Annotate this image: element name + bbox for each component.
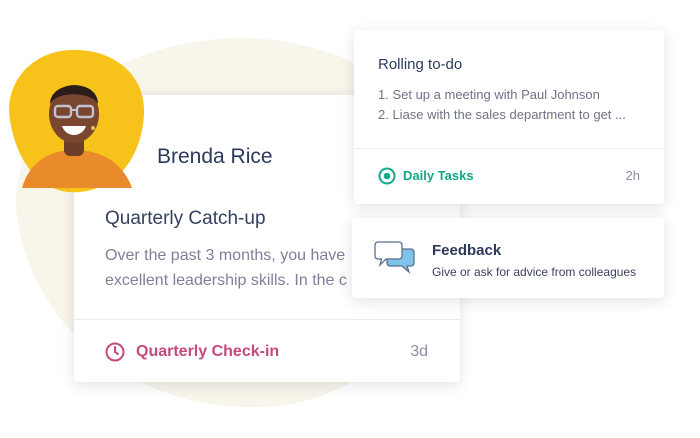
card-body-text: Over the past 3 months, you have excelle…	[105, 243, 355, 293]
profile-name: Brenda Rice	[157, 145, 273, 168]
checkin-time: 3d	[410, 343, 428, 360]
clock-icon	[105, 342, 125, 362]
todo-item[interactable]: 2. Liase with the sales department to ge…	[378, 107, 648, 122]
feedback-subtitle: Give or ask for advice from colleagues	[432, 265, 637, 279]
checkin-label[interactable]: Quarterly Check-in	[136, 343, 279, 361]
todo-time: 2h	[625, 168, 640, 183]
daily-tasks-tag[interactable]: Daily Tasks	[403, 168, 474, 183]
body-line-2: excellent leadership skills. In the c	[105, 272, 347, 289]
feedback-heading: Feedback	[432, 242, 502, 259]
todo-item[interactable]: 1. Set up a meeting with Paul Johnson	[378, 87, 648, 102]
chat-bubbles-icon	[374, 241, 415, 275]
body-line-1: Over the past 3 months, you have	[105, 247, 346, 264]
card-divider	[74, 319, 460, 320]
feedback-card[interactable]: Feedback Give or ask for advice from col…	[352, 218, 664, 298]
card-title: Quarterly Catch-up	[105, 208, 266, 229]
todo-divider	[354, 148, 664, 149]
target-icon	[378, 167, 396, 185]
avatar	[9, 49, 145, 193]
todo-heading: Rolling to-do	[378, 56, 463, 73]
rolling-todo-card[interactable]: Rolling to-do 1. Set up a meeting with P…	[354, 30, 664, 204]
